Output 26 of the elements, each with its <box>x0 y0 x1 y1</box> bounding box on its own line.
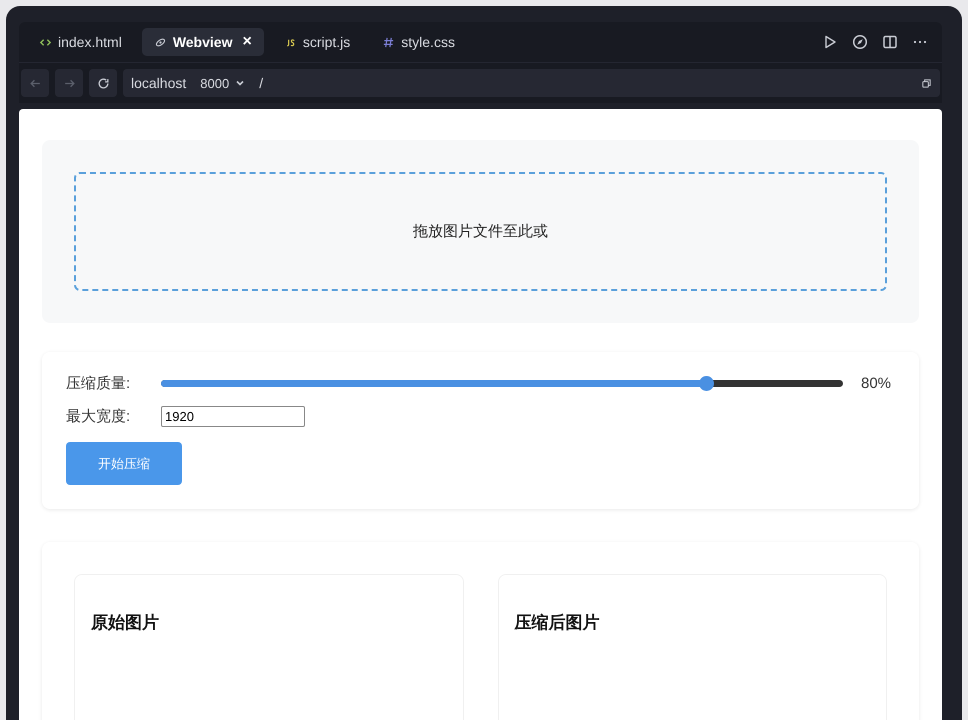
host-text: localhost <box>131 75 186 91</box>
compass-icon[interactable] <box>852 34 868 50</box>
copy-icon[interactable] <box>921 78 932 88</box>
max-width-field[interactable]: 1920 <box>161 406 305 427</box>
hash-icon <box>382 36 396 48</box>
drop-hint: 拖放图片文件至此或 <box>413 222 548 241</box>
panel-title: 原始图片 <box>91 612 160 634</box>
editor-tab[interactable]: index.html <box>27 28 134 56</box>
chevron-icon[interactable] <box>235 78 246 88</box>
reload-button[interactable] <box>89 69 117 97</box>
address-bar[interactable]: localhost 8000 / <box>123 69 940 97</box>
quality-value: 80% <box>861 375 892 392</box>
port-dropdown[interactable]: 8000 <box>200 76 230 90</box>
reload-icon <box>96 76 110 90</box>
link-icon <box>154 36 167 48</box>
path-text: / <box>259 75 264 91</box>
drop-zone[interactable]: 拖放图片文件至此或 <box>74 172 887 291</box>
panel-title: 压缩后图片 <box>514 612 600 634</box>
editor-tab[interactable]: script.js <box>272 28 362 56</box>
editor-tab[interactable]: Webview × <box>142 28 264 56</box>
max-width-label: 最大宽度: <box>66 407 132 426</box>
editor-tab[interactable]: style.css <box>370 28 467 56</box>
split-view-icon[interactable] <box>882 34 898 50</box>
quality-label: 压缩质量: <box>66 374 132 393</box>
close-tab-button[interactable]: × <box>242 33 252 51</box>
slider-thumb[interactable] <box>698 376 714 391</box>
